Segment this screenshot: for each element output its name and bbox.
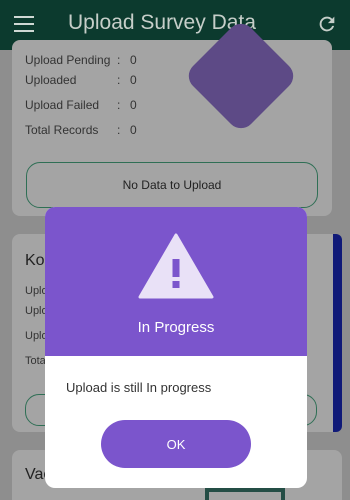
decorative-shape [205,488,285,500]
stat-label: Upload Failed [25,98,100,112]
stat-value: 0 [130,53,137,67]
stat-separator: : [117,73,121,87]
no-data-to-upload-button[interactable]: No Data to Upload [26,162,318,208]
stat-value: 0 [130,73,137,87]
stat-separator: : [117,123,121,137]
dialog-message: Upload is still In progress [66,380,212,395]
stat-separator: : [117,53,121,67]
dialog-header: In Progress [45,207,307,356]
stat-label: Total Records [25,123,99,137]
stat-separator: : [117,98,121,112]
stat-value: 0 [130,98,137,112]
stat-label: Uploaded [25,73,77,87]
hamburger-menu-icon[interactable] [14,16,34,32]
stat-label: Upload Pending [25,53,111,67]
refresh-icon[interactable] [316,13,338,35]
survey-stat-label: Tota [25,355,46,367]
progress-dialog: In Progress Upload is still In progress … [45,207,307,488]
warning-icon [138,233,214,299]
stat-value: 0 [130,123,137,137]
ok-button[interactable]: OK [101,420,251,468]
card-accent-edge [333,234,342,432]
dialog-title: In Progress [137,319,215,336]
